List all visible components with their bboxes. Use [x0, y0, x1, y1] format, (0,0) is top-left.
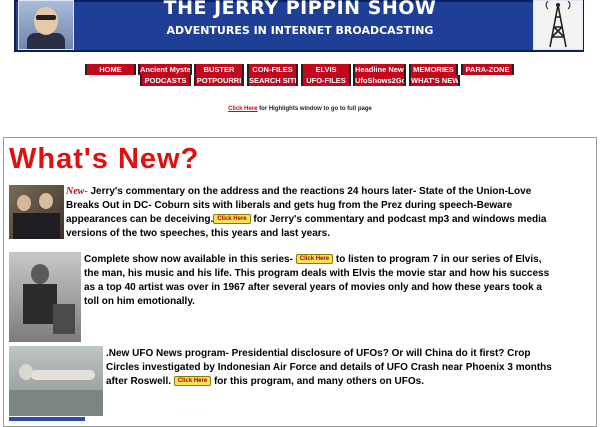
highlights-link[interactable]: Click Here: [228, 106, 257, 112]
nav-headline-news[interactable]: Headline News: [353, 64, 406, 75]
nav-memories[interactable]: MEMORIES: [409, 64, 458, 75]
news-entry: New- Jerry's commentary on the address a…: [66, 185, 556, 241]
host-suit: [27, 33, 65, 49]
click-here-button[interactable]: Click Here: [213, 214, 251, 225]
nav-ancient-mysteries[interactable]: Ancient Myster: [138, 64, 192, 75]
sunglasses-icon: [36, 15, 56, 20]
news-entry: .New UFO News program- Presidential disc…: [106, 347, 556, 389]
nav-para-zone[interactable]: PARA-ZONE: [461, 64, 514, 75]
state-of-union-photo: [9, 185, 64, 239]
site-title: THE JERRY PIPPIN SHOW: [163, 0, 437, 19]
highlights-text: for Highlights window to go to full page: [257, 106, 372, 112]
host-photo: [18, 0, 74, 50]
nav-ufoshows2go[interactable]: UfoShows2Go: [353, 75, 406, 86]
nav-buster[interactable]: BUSTER: [194, 64, 244, 75]
nav-con-files[interactable]: CON-FILES: [247, 64, 298, 75]
nav-podcasts[interactable]: PODCASTS: [140, 75, 191, 86]
elvis-photo: [9, 252, 81, 342]
highlights-promo: Click Here for Highlights window to go t…: [0, 106, 600, 112]
person-body: [23, 284, 57, 324]
news-entry: Complete show now available in this seri…: [84, 253, 559, 309]
camera: [53, 304, 75, 334]
nav-ufo-files[interactable]: UFO-FILES: [301, 75, 351, 86]
person-face: [17, 195, 31, 211]
host-face: [34, 7, 58, 35]
person-head: [31, 264, 49, 284]
suits: [13, 213, 60, 239]
site-subtitle: ADVENTURES IN INTERNET BROADCASTING: [166, 24, 434, 37]
nav-potpourri[interactable]: POTPOURRI: [194, 75, 244, 86]
radio-tower-logo: [533, 0, 583, 50]
page-title: What's New?: [9, 143, 200, 175]
nav-whats-new[interactable]: WHAT'S NEW: [409, 75, 460, 86]
nav-elvis[interactable]: ELVIS: [301, 64, 351, 75]
bottom-button[interactable]: [9, 417, 85, 421]
table: [9, 390, 103, 416]
ufo-alien-photo: [9, 346, 103, 416]
new-tag: New-: [66, 186, 88, 197]
nav-search-site[interactable]: SEARCH SITE: [247, 75, 298, 86]
person-face: [39, 193, 53, 209]
alien-body: [31, 370, 95, 380]
entry-text: for this program, and many others on UFO…: [211, 376, 424, 387]
radio-tower-icon: [545, 0, 571, 48]
click-here-button[interactable]: Click Here: [173, 376, 212, 387]
nav-home[interactable]: HOME: [85, 64, 136, 75]
click-here-button[interactable]: Click Here: [295, 254, 334, 265]
entry-text: Complete show now available in this seri…: [84, 254, 296, 265]
